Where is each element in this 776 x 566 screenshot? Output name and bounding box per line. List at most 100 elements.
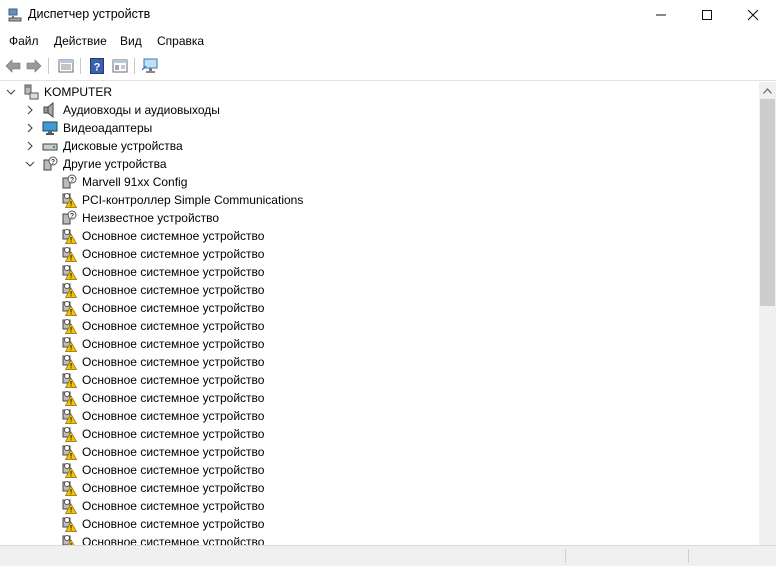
back-icon [5, 59, 21, 73]
window-title: Диспетчер устройств [28, 7, 151, 21]
computer-name: KOMPUTER [44, 85, 113, 99]
device-row[interactable]: ? Marvell 91xx Config [0, 173, 758, 191]
unknown-device-icon: ? [61, 174, 77, 190]
device-row[interactable]: Основное системное устройство [0, 299, 758, 317]
tree-category-label: Видеоадаптеры [63, 121, 153, 135]
device-label: Основное системное устройство [82, 265, 265, 279]
warning-device-icon [61, 318, 78, 334]
tree-category-label: Аудиовходы и аудиовыходы [63, 103, 220, 117]
device-row[interactable]: Основное системное устройство [0, 245, 758, 263]
device-label: Основное системное устройство [82, 283, 265, 297]
unknown-device-icon: ? [61, 210, 77, 226]
view-button[interactable] [111, 57, 129, 75]
warning-device-icon [61, 282, 78, 298]
device-label: Основное системное устройство [82, 409, 265, 423]
device-row[interactable]: Основное системное устройство [0, 227, 758, 245]
properties-button[interactable] [57, 57, 75, 75]
tree-root-computer[interactable]: KOMPUTER [0, 83, 758, 101]
device-tree[interactable]: KOMPUTER Аудиовходы и аудиовыходы Видеоа… [0, 82, 758, 545]
device-label: Основное системное устройство [82, 319, 265, 333]
back-button[interactable] [4, 57, 22, 75]
warning-device-icon [61, 408, 78, 424]
device-row[interactable]: Основное системное устройство [0, 515, 758, 533]
device-row[interactable]: Основное системное устройство [0, 497, 758, 515]
vertical-scrollbar[interactable] [759, 82, 776, 545]
menu-view[interactable]: Вид [120, 34, 142, 48]
unknown-device-icon: ? [42, 156, 58, 172]
device-row[interactable]: Основное системное устройство [0, 389, 758, 407]
expand-arrow-icon[interactable] [25, 140, 35, 152]
menu-file[interactable]: Файл [9, 34, 39, 48]
device-label: Основное системное устройство [82, 445, 265, 459]
warning-device-icon [61, 354, 78, 370]
warning-device-icon [61, 480, 78, 496]
tree-category-display[interactable]: Видеоадаптеры [0, 119, 758, 137]
device-label: Основное системное устройство [82, 427, 265, 441]
device-row[interactable]: Основное системное устройство [0, 317, 758, 335]
warning-device-icon [61, 228, 78, 244]
menu-help[interactable]: Справка [157, 34, 204, 48]
device-row[interactable]: ? Неизвестное устройство [0, 209, 758, 227]
device-row[interactable]: Основное системное устройство [0, 533, 758, 545]
warning-device-icon [61, 390, 78, 406]
title-bar: Диспетчер устройств [0, 0, 776, 30]
device-row[interactable]: Основное системное устройство [0, 479, 758, 497]
device-row[interactable]: Основное системное устройство [0, 263, 758, 281]
collapse-arrow-icon[interactable] [6, 86, 16, 98]
device-label: Основное системное устройство [82, 373, 265, 387]
help-button[interactable]: ? [88, 57, 106, 75]
device-label: Неизвестное устройство [82, 211, 220, 225]
device-row[interactable]: Основное системное устройство [0, 461, 758, 479]
tree-category-other[interactable]: ? Другие устройства [0, 155, 758, 173]
warning-device-icon [61, 498, 78, 514]
svg-text:?: ? [70, 213, 74, 220]
device-row[interactable]: Основное системное устройство [0, 443, 758, 461]
device-row[interactable]: Основное системное устройство [0, 425, 758, 443]
warning-device-icon [61, 246, 78, 262]
warning-device-icon [61, 192, 78, 208]
warning-device-icon [61, 372, 78, 388]
expand-arrow-icon[interactable] [25, 122, 35, 134]
warning-device-icon [61, 264, 78, 280]
device-label: Основное системное устройство [82, 391, 265, 405]
device-row[interactable]: PCI-контроллер Simple Communications [0, 191, 758, 209]
scan-hardware-button[interactable] [142, 57, 160, 75]
tree-category-label: Другие устройства [63, 157, 167, 171]
toolbar-separator [134, 58, 135, 74]
tree-category-disk[interactable]: Дисковые устройства [0, 137, 758, 155]
minimize-button[interactable] [638, 0, 684, 30]
collapse-arrow-icon[interactable] [25, 158, 35, 170]
warning-device-icon [61, 444, 78, 460]
status-pane [688, 549, 689, 563]
tree-category-audio[interactable]: Аудиовходы и аудиовыходы [0, 101, 758, 119]
device-label: Основное системное устройство [82, 481, 265, 495]
warning-device-icon [61, 462, 78, 478]
device-row[interactable]: Основное системное устройство [0, 407, 758, 425]
minimize-icon [656, 14, 666, 16]
device-label: Marvell 91xx Config [82, 175, 188, 189]
device-row[interactable]: Основное системное устройство [0, 371, 758, 389]
device-row[interactable]: Основное системное устройство [0, 281, 758, 299]
svg-text:?: ? [94, 62, 101, 74]
device-label: Основное системное устройство [82, 535, 265, 545]
device-label: Основное системное устройство [82, 499, 265, 513]
maximize-icon [702, 10, 712, 20]
menu-action[interactable]: Действие [54, 34, 107, 48]
maximize-button[interactable] [684, 0, 730, 30]
close-button[interactable] [730, 0, 776, 30]
device-manager-icon [8, 8, 22, 22]
device-row[interactable]: Основное системное устройство [0, 335, 758, 353]
display-adapter-icon [42, 120, 58, 136]
speaker-icon [42, 101, 58, 119]
scroll-up-button[interactable] [759, 82, 776, 99]
properties-icon [58, 59, 74, 73]
device-row[interactable]: Основное системное устройство [0, 353, 758, 371]
toolbar-separator [80, 58, 81, 74]
scroll-thumb[interactable] [760, 99, 775, 306]
expand-arrow-icon[interactable] [25, 104, 35, 116]
forward-button[interactable] [25, 57, 43, 75]
status-pane [565, 549, 566, 563]
menu-bar: Файл Действие Вид Справка [0, 30, 776, 52]
toolbar: ? [0, 52, 776, 81]
device-label: Основное системное устройство [82, 247, 265, 261]
